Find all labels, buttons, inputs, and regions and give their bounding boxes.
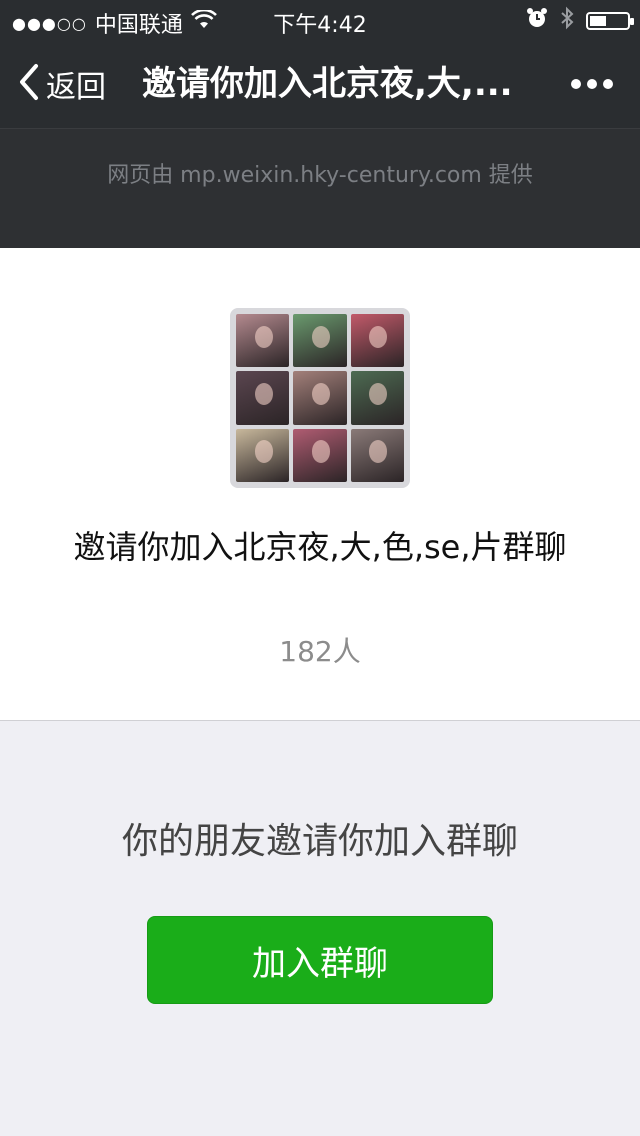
page-title: 邀请你加入北京夜,大,... (142, 64, 513, 104)
avatar-member-photo (293, 314, 347, 368)
join-group-button[interactable]: 加入群聊 (147, 916, 493, 1004)
navigation-bar: 返回 邀请你加入北京夜,大,... (0, 40, 640, 128)
battery-icon (586, 12, 634, 30)
battery-level (590, 16, 606, 26)
alarm-icon (526, 7, 548, 35)
more-options-button[interactable] (570, 40, 614, 128)
status-bar: ●●●○○ 中国联通 下午4:42 (0, 0, 640, 40)
avatar-member-photo (350, 428, 404, 482)
status-right (526, 6, 634, 36)
avatar-member-photo (293, 371, 347, 425)
chevron-left-icon (18, 63, 40, 105)
back-label: 返回 (46, 70, 106, 105)
avatar-member-photo (236, 314, 290, 368)
group-avatar (230, 308, 410, 488)
avatar-member-photo (350, 371, 404, 425)
bluetooth-icon (560, 6, 574, 36)
member-count: 182人 (279, 635, 361, 668)
avatar-member-photo (293, 428, 347, 482)
provider-banner: 网页由 mp.weixin.hky-century.com 提供 (0, 128, 640, 249)
group-card: 邀请你加入北京夜,大,色,se,片群聊 182人 (0, 248, 640, 721)
invite-message: 你的朋友邀请你加入群聊 (121, 821, 518, 862)
more-dots-icon (571, 79, 613, 89)
group-name: 邀请你加入北京夜,大,色,se,片群聊 (73, 528, 567, 566)
avatar-member-photo (236, 428, 290, 482)
provider-text: 网页由 mp.weixin.hky-century.com 提供 (107, 163, 533, 188)
back-button[interactable]: 返回 (0, 40, 106, 128)
avatar-member-photo (236, 371, 290, 425)
avatar-member-photo (350, 314, 404, 368)
